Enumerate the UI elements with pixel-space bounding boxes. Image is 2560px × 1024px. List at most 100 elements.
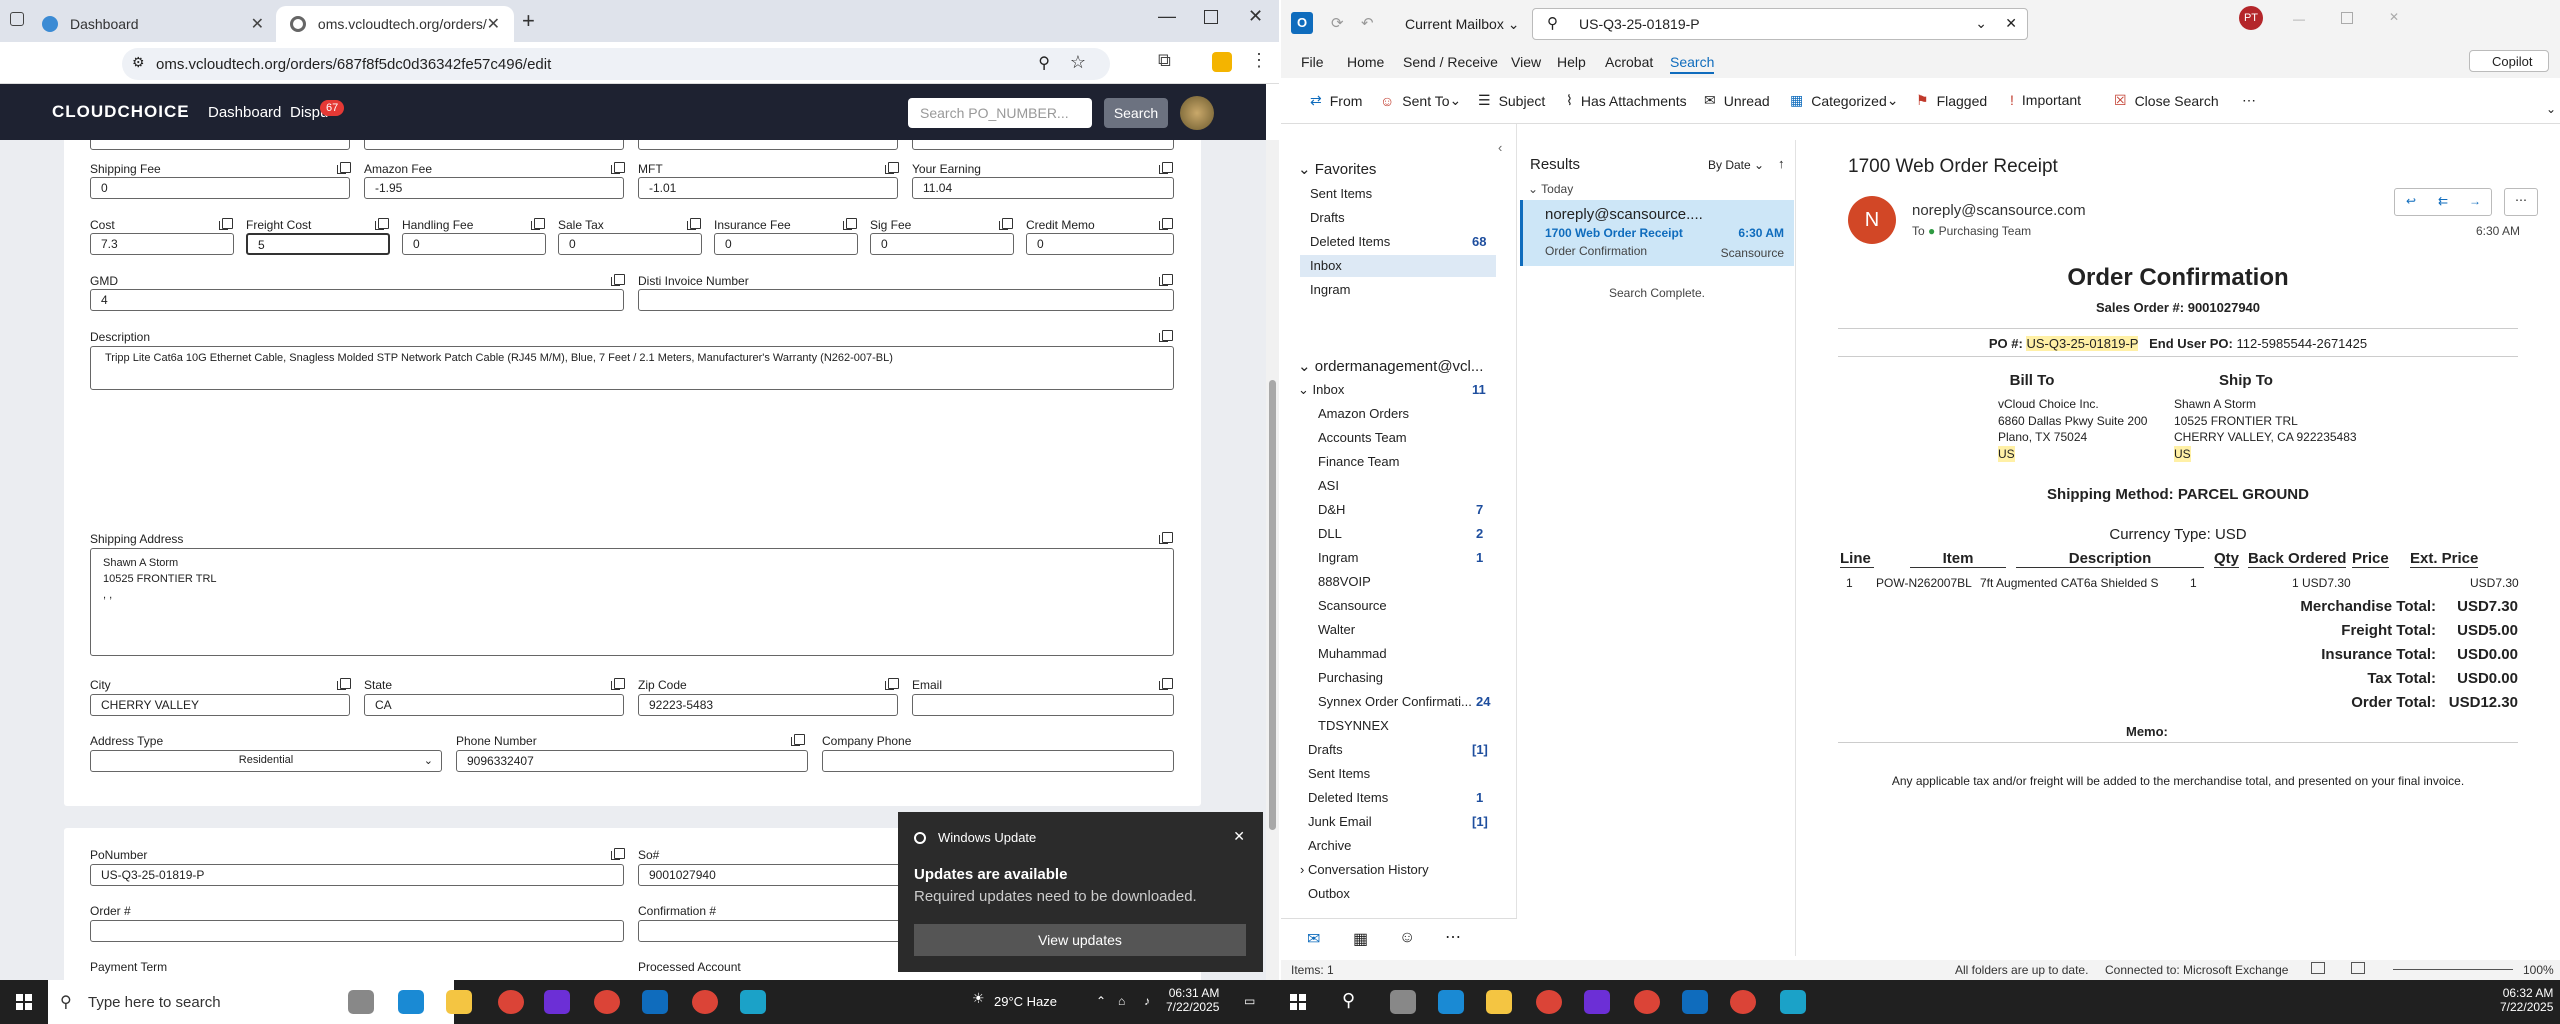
weather-text[interactable]: 29°C Haze [994,994,1057,1009]
subfolder-item[interactable]: D&H [1318,502,1478,517]
mail-icon[interactable]: ✉ [1307,929,1320,949]
app-icon[interactable] [1780,990,1806,1014]
favorite-folder[interactable]: Inbox [1300,255,1496,277]
copy-icon[interactable] [1159,274,1173,286]
subfolder-item[interactable]: Scansource [1318,598,1478,613]
collapse-pane-icon[interactable]: ‹ [1498,140,1502,155]
weather-icon[interactable]: ☀ [972,990,985,1007]
folder-item[interactable]: › Conversation History [1300,862,1429,877]
folder-item[interactable]: Junk Email [1308,814,1372,829]
subfolder-item[interactable]: Synnex Order Confirmati... [1318,694,1478,709]
address-type-select[interactable]: Residential ⌄ [90,750,442,772]
notifications-icon[interactable]: ▭ [1244,994,1255,1008]
copy-icon[interactable] [885,678,899,690]
menu-help[interactable]: Help [1557,54,1586,70]
maximize-icon[interactable] [1204,10,1218,24]
subfolder-item[interactable]: Ingram [1318,550,1478,565]
filter-subject-button[interactable]: ☰ Subject [1478,92,1545,109]
clock-right[interactable]: 06:32 AM 7/22/2025 [2500,986,2553,1014]
reading-from[interactable]: noreply@scansource.com [1912,202,2086,219]
amazon-fee-input[interactable]: -1.95 [364,177,624,199]
copy-icon[interactable] [843,218,857,230]
copy-icon[interactable] [1159,218,1173,230]
sort-direction-icon[interactable]: ↑ [1778,156,1785,171]
undo-icon[interactable]: ↶ [1361,14,1374,32]
reading-view-icon[interactable] [2351,962,2365,974]
hidden-field[interactable] [90,140,350,150]
more-actions-icon[interactable]: ⋯ [2504,188,2538,216]
edge-icon[interactable] [1438,990,1464,1014]
hidden-field[interactable] [912,140,1174,150]
subfolder-item[interactable]: Accounts Team [1318,430,1478,445]
subfolder-item[interactable]: Walter [1318,622,1478,637]
shipping-fee-input[interactable]: 0 [90,177,350,199]
copy-icon[interactable] [337,678,351,690]
people-icon[interactable]: ☺ [1399,929,1415,947]
to-recipient[interactable]: Purchasing Team [1939,224,2032,238]
subfolder-item[interactable]: Purchasing [1318,670,1478,685]
ponumber-input[interactable]: US-Q3-25-01819-P [90,864,624,886]
calendar-icon[interactable]: ▦ [1353,929,1368,949]
outlook-icon[interactable] [1682,990,1708,1014]
copy-icon[interactable] [687,218,701,230]
subfolder-item[interactable]: 888VOIP [1318,574,1478,589]
close-window-icon[interactable]: ✕ [1248,6,1263,27]
zoom-app-icon[interactable] [1584,990,1610,1014]
chrome-icon[interactable] [1730,990,1756,1014]
copy-icon[interactable] [531,218,545,230]
email-input[interactable] [912,694,1174,716]
po-search-input[interactable]: Search PO_NUMBER... [908,98,1092,128]
menu-acrobat[interactable]: Acrobat [1605,54,1653,70]
copy-icon[interactable] [337,162,351,174]
close-search-button[interactable]: ☒ Close Search [2114,92,2219,109]
bookmark-star-icon[interactable]: ☆ [1070,52,1086,73]
zoom-app-icon[interactable] [544,990,570,1014]
zoom-icon[interactable]: ⚲ [1038,53,1050,73]
message-item[interactable]: noreply@scansource.... 1700 Web Order Re… [1520,200,1794,266]
phone-input[interactable]: 9096332407 [456,750,808,772]
favorite-folder[interactable]: Deleted Items [1300,231,1496,253]
more-options-icon[interactable]: ⋯ [2242,92,2256,109]
network-icon[interactable]: ⌂ [1118,994,1125,1008]
copy-icon[interactable] [791,734,805,746]
subfolder-item[interactable]: Amazon Orders [1318,406,1478,421]
subfolder-item[interactable]: Finance Team [1318,454,1478,469]
sort-by-date[interactable]: By Date ⌄ [1708,158,1764,172]
copy-icon[interactable] [611,678,625,690]
clock-left[interactable]: 06:31 AM 7/22/2025 [1166,986,1219,1014]
chrome-icon[interactable] [594,990,620,1014]
account-header[interactable]: ⌄ ordermanagement@vcl... [1298,357,1483,375]
scrollbar-thumb[interactable] [1269,380,1276,830]
freight-cost-input[interactable]: 5 [246,233,390,255]
hidden-field[interactable] [638,140,898,150]
tab-dashboard[interactable]: Dashboard ✕ [28,6,278,42]
volume-icon[interactable]: ♪ [1144,994,1150,1008]
copy-icon[interactable] [1159,162,1173,174]
extensions-icon[interactable]: ⧉ [1158,50,1171,71]
close-window-icon[interactable]: ✕ [2389,10,2399,24]
tray-chevron-icon[interactable]: ⌃ [1096,994,1106,1008]
start-windows-icon[interactable] [16,994,32,1010]
filter-attachments-button[interactable]: ⌇ Has Attachments [1566,92,1687,109]
file-explorer-icon[interactable] [446,990,472,1014]
filter-unread-button[interactable]: ✉ Unread [1704,92,1770,109]
zoom-slider[interactable] [2393,969,2513,970]
forward-icon[interactable]: → [2459,189,2491,215]
subfolder-item[interactable]: TDSYNNEX [1318,718,1478,733]
sync-icon[interactable]: ⟳ [1331,14,1344,32]
chrome-icon[interactable] [498,990,524,1014]
sig-fee-input[interactable]: 0 [870,233,1014,255]
close-icon[interactable]: ✕ [2005,15,2017,32]
site-logo[interactable]: CLOUDCHOICE [52,102,190,122]
description-textarea[interactable]: Tripp Lite Cat6a 10G Ethernet Cable, Sna… [90,346,1174,390]
filter-from-button[interactable]: ⇄ From [1310,92,1362,109]
file-explorer-icon[interactable] [1486,990,1512,1014]
close-icon[interactable]: ✕ [251,14,264,34]
extension-icon[interactable] [1212,52,1232,72]
menu-search[interactable]: Search [1670,54,1715,74]
zip-input[interactable]: 92223-5483 [638,694,898,716]
filter-sent-to-button[interactable]: ☺ Sent To ⌄ [1380,92,1461,109]
copy-icon[interactable] [1159,330,1173,342]
order-input[interactable] [90,920,624,942]
copy-icon[interactable] [611,162,625,174]
